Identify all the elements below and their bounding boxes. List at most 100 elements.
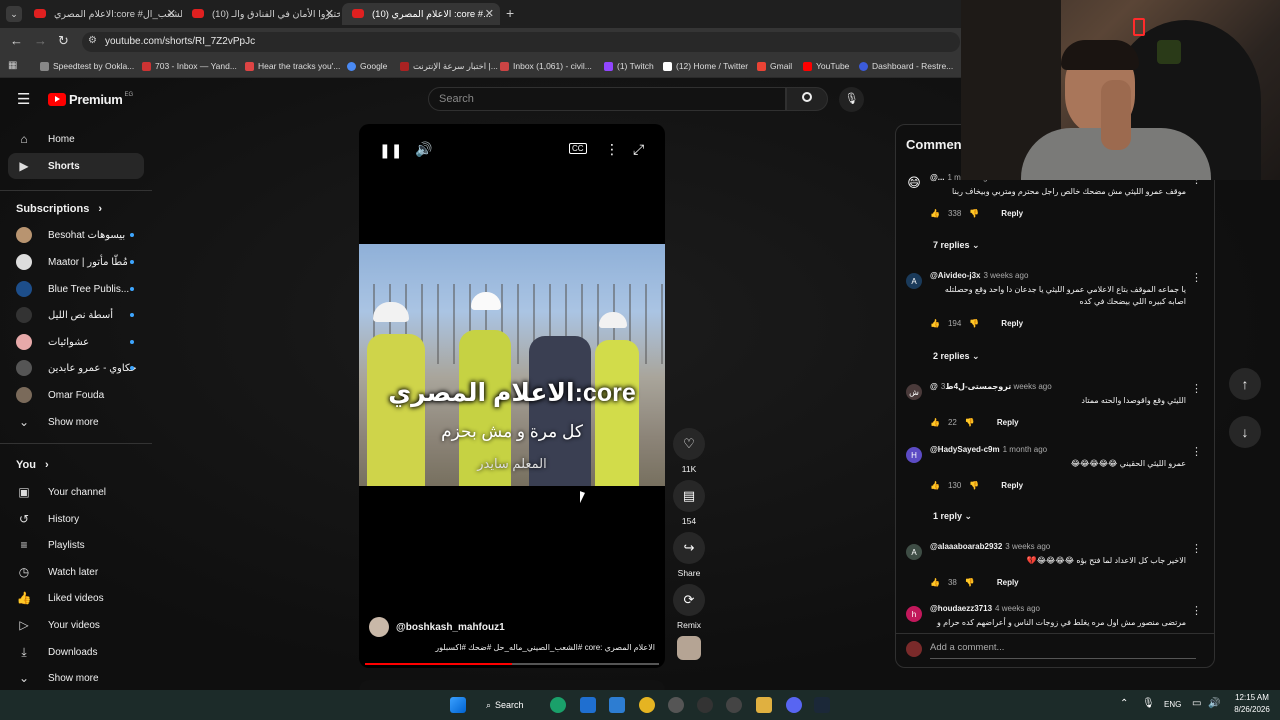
chrome-icon[interactable]	[639, 697, 655, 713]
comment-icon[interactable]: ▤	[673, 480, 705, 512]
pause-icon[interactable]: ❚❚	[379, 142, 402, 159]
menu-icon[interactable]: ☰	[17, 90, 30, 108]
sidebar-item-your-videos[interactable]: ▷ Your videos	[8, 612, 144, 638]
more-vert-icon[interactable]: ⋮	[1191, 271, 1202, 284]
dislike-icon[interactable]: 👎	[965, 578, 975, 587]
edge-icon[interactable]	[550, 697, 566, 713]
site-info-icon[interactable]: ⚙	[88, 35, 97, 46]
address-bar[interactable]: ⚙ youtube.com/shorts/RI_7Z2vPpJc	[82, 32, 960, 52]
like-icon[interactable]: 👍	[930, 578, 940, 587]
app-icon[interactable]	[668, 697, 684, 713]
captions-icon[interactable]: CC	[569, 143, 587, 154]
back-icon[interactable]: ←	[10, 33, 23, 48]
remix-icon[interactable]: ⟳	[673, 584, 705, 616]
subscriptions-heading[interactable]: Subscriptions ›	[16, 203, 102, 215]
subscription-item[interactable]: حكاوي - عمرو عابدين	[8, 355, 144, 381]
url-text[interactable]: youtube.com/shorts/RI_7Z2vPpJc	[105, 36, 255, 47]
sound-avatar[interactable]	[677, 636, 701, 660]
sidebar-item-home[interactable]: ⌂ Home	[8, 126, 144, 152]
reply-button[interactable]: Reply	[1001, 481, 1023, 490]
bookmark-item[interactable]: 703 - Inbox — Yand...	[142, 61, 237, 71]
show-more-subscriptions[interactable]: ⌄ Show more	[8, 409, 144, 435]
tab-search-icon[interactable]: ⌄	[6, 6, 22, 22]
language-indicator[interactable]: ENG	[1164, 700, 1181, 709]
sidebar-item-shorts[interactable]: ▶ Shorts	[8, 153, 144, 179]
dislike-icon[interactable]: 👎	[965, 418, 975, 427]
like-icon[interactable]: 👍	[930, 209, 940, 218]
steam-icon[interactable]	[814, 697, 830, 713]
new-tab-icon[interactable]: +	[506, 5, 514, 21]
close-icon[interactable]: ✕	[325, 7, 334, 20]
view-replies-button[interactable]: 7 replies ⌄	[933, 240, 980, 251]
subscription-item[interactable]: أسطة نص الليل	[8, 302, 144, 328]
clock-time[interactable]: 12:15 AM	[1230, 693, 1274, 702]
reply-button[interactable]: Reply	[997, 578, 1019, 587]
browser-tab-active[interactable]: (10) الاعلام المصري :core #... ✕	[342, 3, 500, 25]
more-vert-icon[interactable]: ⋮	[1191, 542, 1202, 555]
dislike-icon[interactable]: 👎	[969, 481, 979, 490]
voice-search-button[interactable]: 🎙	[839, 87, 864, 112]
like-icon[interactable]: 👍	[930, 481, 940, 490]
more-vert-icon[interactable]: ⋮	[605, 141, 619, 158]
dislike-icon[interactable]: 👎	[969, 319, 979, 328]
next-short-button[interactable]: ↓	[1229, 416, 1261, 448]
video-description[interactable]: الاعلام المصري :core #الشعب_الصيني_ماله_…	[369, 643, 655, 652]
outlook-icon[interactable]	[580, 697, 596, 713]
app-icon[interactable]	[697, 697, 713, 713]
volume-icon[interactable]: 🔊	[1208, 698, 1220, 709]
clock-date[interactable]: 8/26/2026	[1228, 705, 1276, 714]
bookmark-item[interactable]: اختبار سرعة الإنترنت |...	[400, 61, 498, 72]
bookmark-item[interactable]: Google	[347, 61, 387, 71]
subscription-item[interactable]: Blue Tree Publis...	[8, 276, 144, 302]
bookmark-item[interactable]: Inbox (1,061) - civil...	[500, 61, 592, 71]
app-icon[interactable]	[609, 697, 625, 713]
bookmark-item[interactable]: Gmail	[757, 61, 792, 71]
shorts-player[interactable]: ❚❚ 🔊 CC ⋮ ⤢ الاعلام المصري:core كل مرة و…	[359, 124, 665, 668]
view-replies-button[interactable]: 2 replies ⌄	[933, 351, 980, 362]
bookmark-item[interactable]: Speedtest by Ookla...	[40, 61, 134, 71]
more-vert-icon[interactable]: ⋮	[1191, 604, 1202, 617]
more-vert-icon[interactable]: ⋮	[1191, 382, 1202, 395]
bookmark-item[interactable]: Hear the tracks you'...	[245, 61, 340, 71]
show-more-you[interactable]: ⌄ Show more	[8, 665, 144, 691]
sidebar-item-your-channel[interactable]: ▣ Your channel	[8, 479, 144, 505]
forward-icon[interactable]: →	[34, 33, 47, 48]
bookmark-item[interactable]: (12) Home / Twitter	[663, 61, 748, 71]
channel-name[interactable]: @boshkash_mahfouz1	[396, 622, 505, 633]
windows-start-icon[interactable]	[450, 697, 466, 713]
bookmark-item[interactable]: YouTube	[803, 61, 849, 71]
browser-tab[interactable]: الاعلام المصري:core #الشعب_ال...✕	[24, 3, 182, 25]
more-vert-icon[interactable]: ⋮	[1191, 445, 1202, 458]
fullscreen-icon[interactable]: ⤢	[633, 141, 644, 158]
close-icon[interactable]: ✕	[485, 7, 494, 20]
search-input[interactable]: Search	[428, 87, 786, 111]
sidebar-item-downloads[interactable]: ⤓ Downloads	[8, 639, 144, 665]
subscription-item[interactable]: Besohat بيسوهات	[8, 222, 144, 248]
subscription-item[interactable]: Omar Fouda	[8, 382, 144, 408]
search-button[interactable]	[786, 87, 828, 111]
like-icon[interactable]: 👍	[930, 418, 940, 427]
share-action[interactable]: ↪ Share	[673, 532, 705, 578]
discord-icon[interactable]	[786, 697, 802, 713]
channel-info[interactable]: @boshkash_mahfouz1	[369, 617, 505, 637]
network-icon[interactable]: ▭	[1192, 698, 1201, 709]
previous-short-button[interactable]: ↑	[1229, 368, 1261, 400]
bookmark-item[interactable]: (1) Twitch	[604, 61, 654, 71]
remix-action[interactable]: ⟳ Remix	[673, 584, 705, 630]
comments-action[interactable]: ▤ 154	[673, 480, 705, 526]
like-icon[interactable]: 👍	[930, 319, 940, 328]
app-icon[interactable]	[726, 697, 742, 713]
reply-button[interactable]: Reply	[1001, 209, 1023, 218]
like-icon[interactable]: ♡	[673, 428, 705, 460]
sidebar-item-liked-videos[interactable]: 👍 Liked videos	[8, 585, 144, 611]
like-action[interactable]: ♡ 11K	[673, 428, 705, 474]
view-replies-button[interactable]: 1 reply ⌄	[933, 511, 972, 522]
subscription-item[interactable]: Maator | مُطّا مأتور	[8, 249, 144, 275]
progress-bar[interactable]	[365, 663, 659, 665]
close-icon[interactable]: ✕	[167, 7, 176, 20]
microphone-icon[interactable]: 🎙	[1142, 698, 1155, 709]
you-heading[interactable]: You ›	[16, 459, 49, 471]
file-explorer-icon[interactable]	[756, 697, 772, 713]
browser-tab[interactable]: (10) اختبروا الأمان في الفنادق والـ...✕	[182, 3, 340, 25]
bookmark-item[interactable]: Dashboard - Restre...	[859, 61, 953, 71]
